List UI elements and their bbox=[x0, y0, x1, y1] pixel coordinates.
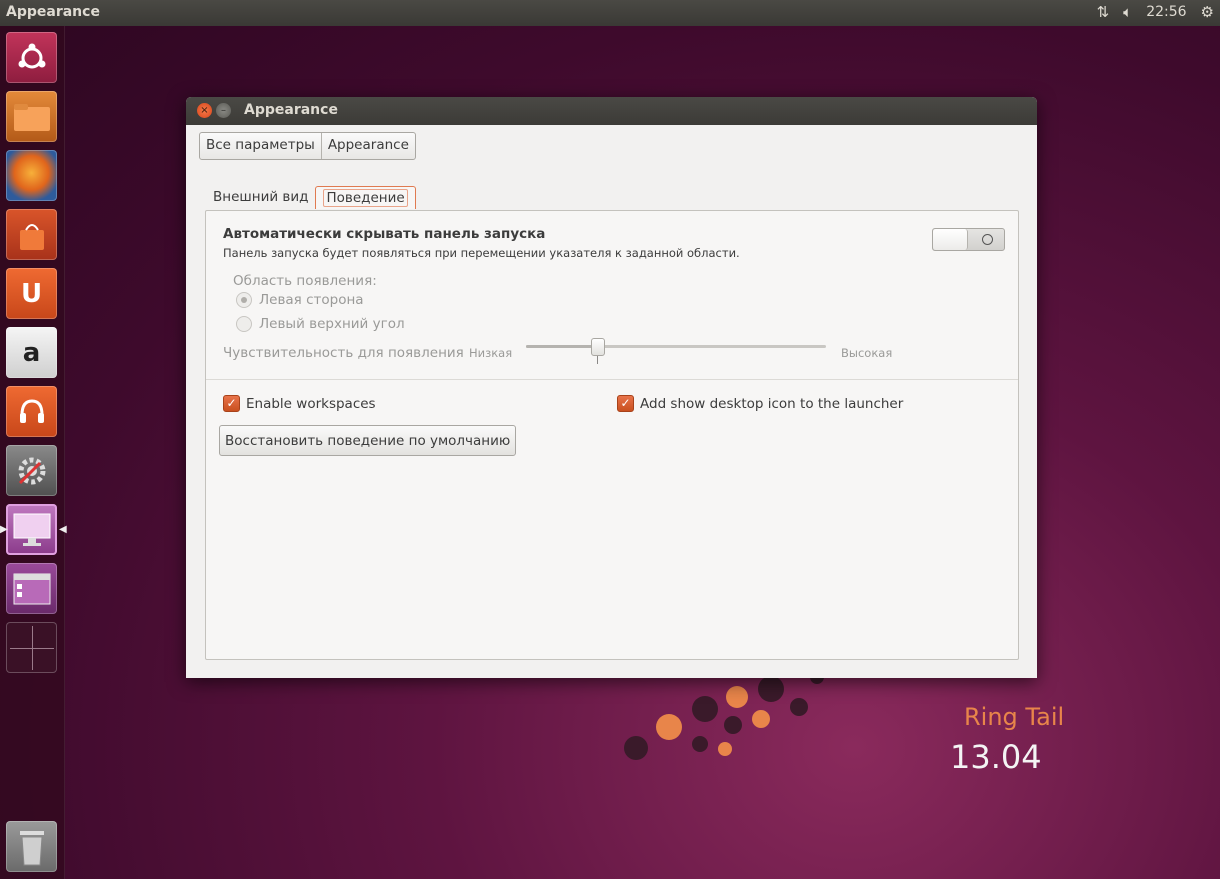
wallpaper-version: 13.04 bbox=[950, 738, 1042, 776]
reveal-option-left-side[interactable]: Левая сторона bbox=[236, 292, 364, 308]
tab-behavior-label: Поведение bbox=[323, 189, 408, 207]
radio-top-left[interactable] bbox=[236, 316, 252, 332]
breadcrumb-appearance[interactable]: Appearance bbox=[320, 133, 415, 159]
launcher: U a ▶ ◀ bbox=[0, 26, 67, 879]
autohide-description: Панель запуска будет появляться при пере… bbox=[223, 246, 740, 260]
breadcrumb: Все параметры Appearance bbox=[199, 132, 416, 160]
indicator-area: ⇅ 🔈︎ 22:56 ⚙ bbox=[1097, 3, 1214, 21]
appearance-window: × – Appearance Все параметры Appearance … bbox=[186, 97, 1037, 678]
minimize-icon[interactable]: – bbox=[216, 103, 231, 118]
workspace-switcher-icon[interactable] bbox=[6, 622, 57, 673]
software-center-bag-icon[interactable] bbox=[6, 209, 57, 260]
sensitivity-label: Чувствительность для появления bbox=[223, 345, 464, 361]
enable-workspaces-checkbox[interactable]: ✓ bbox=[223, 395, 240, 412]
workspace-window-icon[interactable] bbox=[6, 563, 57, 614]
show-desktop-row[interactable]: ✓ Add show desktop icon to the launcher bbox=[617, 395, 903, 412]
tab-bar: Внешний вид Поведение bbox=[206, 185, 416, 209]
breadcrumb-all-settings[interactable]: Все параметры bbox=[200, 133, 321, 159]
ubuntu-one-music-icon[interactable] bbox=[6, 386, 57, 437]
radio-left-side[interactable] bbox=[236, 292, 252, 308]
tab-behavior[interactable]: Поведение bbox=[315, 186, 416, 209]
ubuntu-one-letter: U bbox=[20, 278, 43, 309]
tab-look[interactable]: Внешний вид bbox=[206, 185, 315, 209]
toggle-knob bbox=[933, 229, 968, 250]
launcher-focus-arrow-icon: ◀ bbox=[59, 524, 67, 535]
amazon-icon[interactable]: a bbox=[6, 327, 57, 378]
dash-home-icon[interactable] bbox=[6, 32, 57, 83]
top-panel-app-name[interactable]: Appearance bbox=[6, 4, 100, 20]
workspace-grid bbox=[9, 625, 54, 670]
top-panel: Appearance ⇅ 🔈︎ 22:56 ⚙ bbox=[0, 0, 1220, 26]
reveal-location-label: Область появления: bbox=[233, 273, 377, 289]
clock[interactable]: 22:56 bbox=[1146, 4, 1186, 20]
autohide-title: Автоматически скрывать панель запуска bbox=[223, 226, 546, 242]
autohide-toggle[interactable] bbox=[932, 228, 1005, 251]
wallpaper-codename: Ring Tail bbox=[964, 703, 1065, 731]
section-divider bbox=[206, 379, 1018, 380]
system-settings-icon[interactable] bbox=[6, 445, 57, 496]
sensitivity-slider[interactable] bbox=[526, 338, 826, 356]
network-transfer-icon[interactable]: ⇅ bbox=[1097, 3, 1110, 21]
amazon-letter: a bbox=[22, 337, 41, 368]
close-icon[interactable]: × bbox=[197, 103, 212, 118]
sensitivity-low-label: Низкая bbox=[469, 346, 513, 360]
launcher-active-arrow-icon: ▶ bbox=[0, 524, 8, 535]
gear-icon[interactable]: ⚙ bbox=[1201, 3, 1214, 21]
show-desktop-label: Add show desktop icon to the launcher bbox=[640, 395, 904, 412]
show-desktop-checkbox[interactable]: ✓ bbox=[617, 395, 634, 412]
slider-handle[interactable] bbox=[591, 338, 605, 356]
window-title: Appearance bbox=[244, 102, 338, 118]
files-folder-icon[interactable] bbox=[6, 91, 57, 142]
behavior-panel: Автоматически скрывать панель запуска Па… bbox=[205, 210, 1019, 660]
trash-icon[interactable] bbox=[6, 821, 57, 872]
ubuntu-one-icon[interactable]: U bbox=[6, 268, 57, 319]
window-titlebar[interactable]: × – Appearance bbox=[186, 97, 1037, 125]
speaker-icon[interactable]: 🔈︎ bbox=[1123, 3, 1132, 21]
appearance-monitor-icon[interactable] bbox=[6, 504, 57, 555]
reveal-option-left-side-label: Левая сторона bbox=[259, 292, 364, 308]
firefox-icon[interactable] bbox=[6, 150, 57, 201]
reveal-option-top-left-label: Левый верхний угол bbox=[259, 316, 405, 332]
restore-defaults-button[interactable]: Восстановить поведение по умолчанию bbox=[219, 425, 517, 456]
enable-workspaces-label: Enable workspaces bbox=[246, 395, 376, 412]
slider-fill bbox=[526, 345, 598, 348]
reveal-option-top-left[interactable]: Левый верхний угол bbox=[236, 316, 405, 332]
slider-tick bbox=[597, 356, 598, 364]
toggle-off-icon bbox=[982, 234, 993, 245]
enable-workspaces-row[interactable]: ✓ Enable workspaces bbox=[223, 395, 376, 412]
sensitivity-high-label: Высокая bbox=[841, 346, 893, 360]
